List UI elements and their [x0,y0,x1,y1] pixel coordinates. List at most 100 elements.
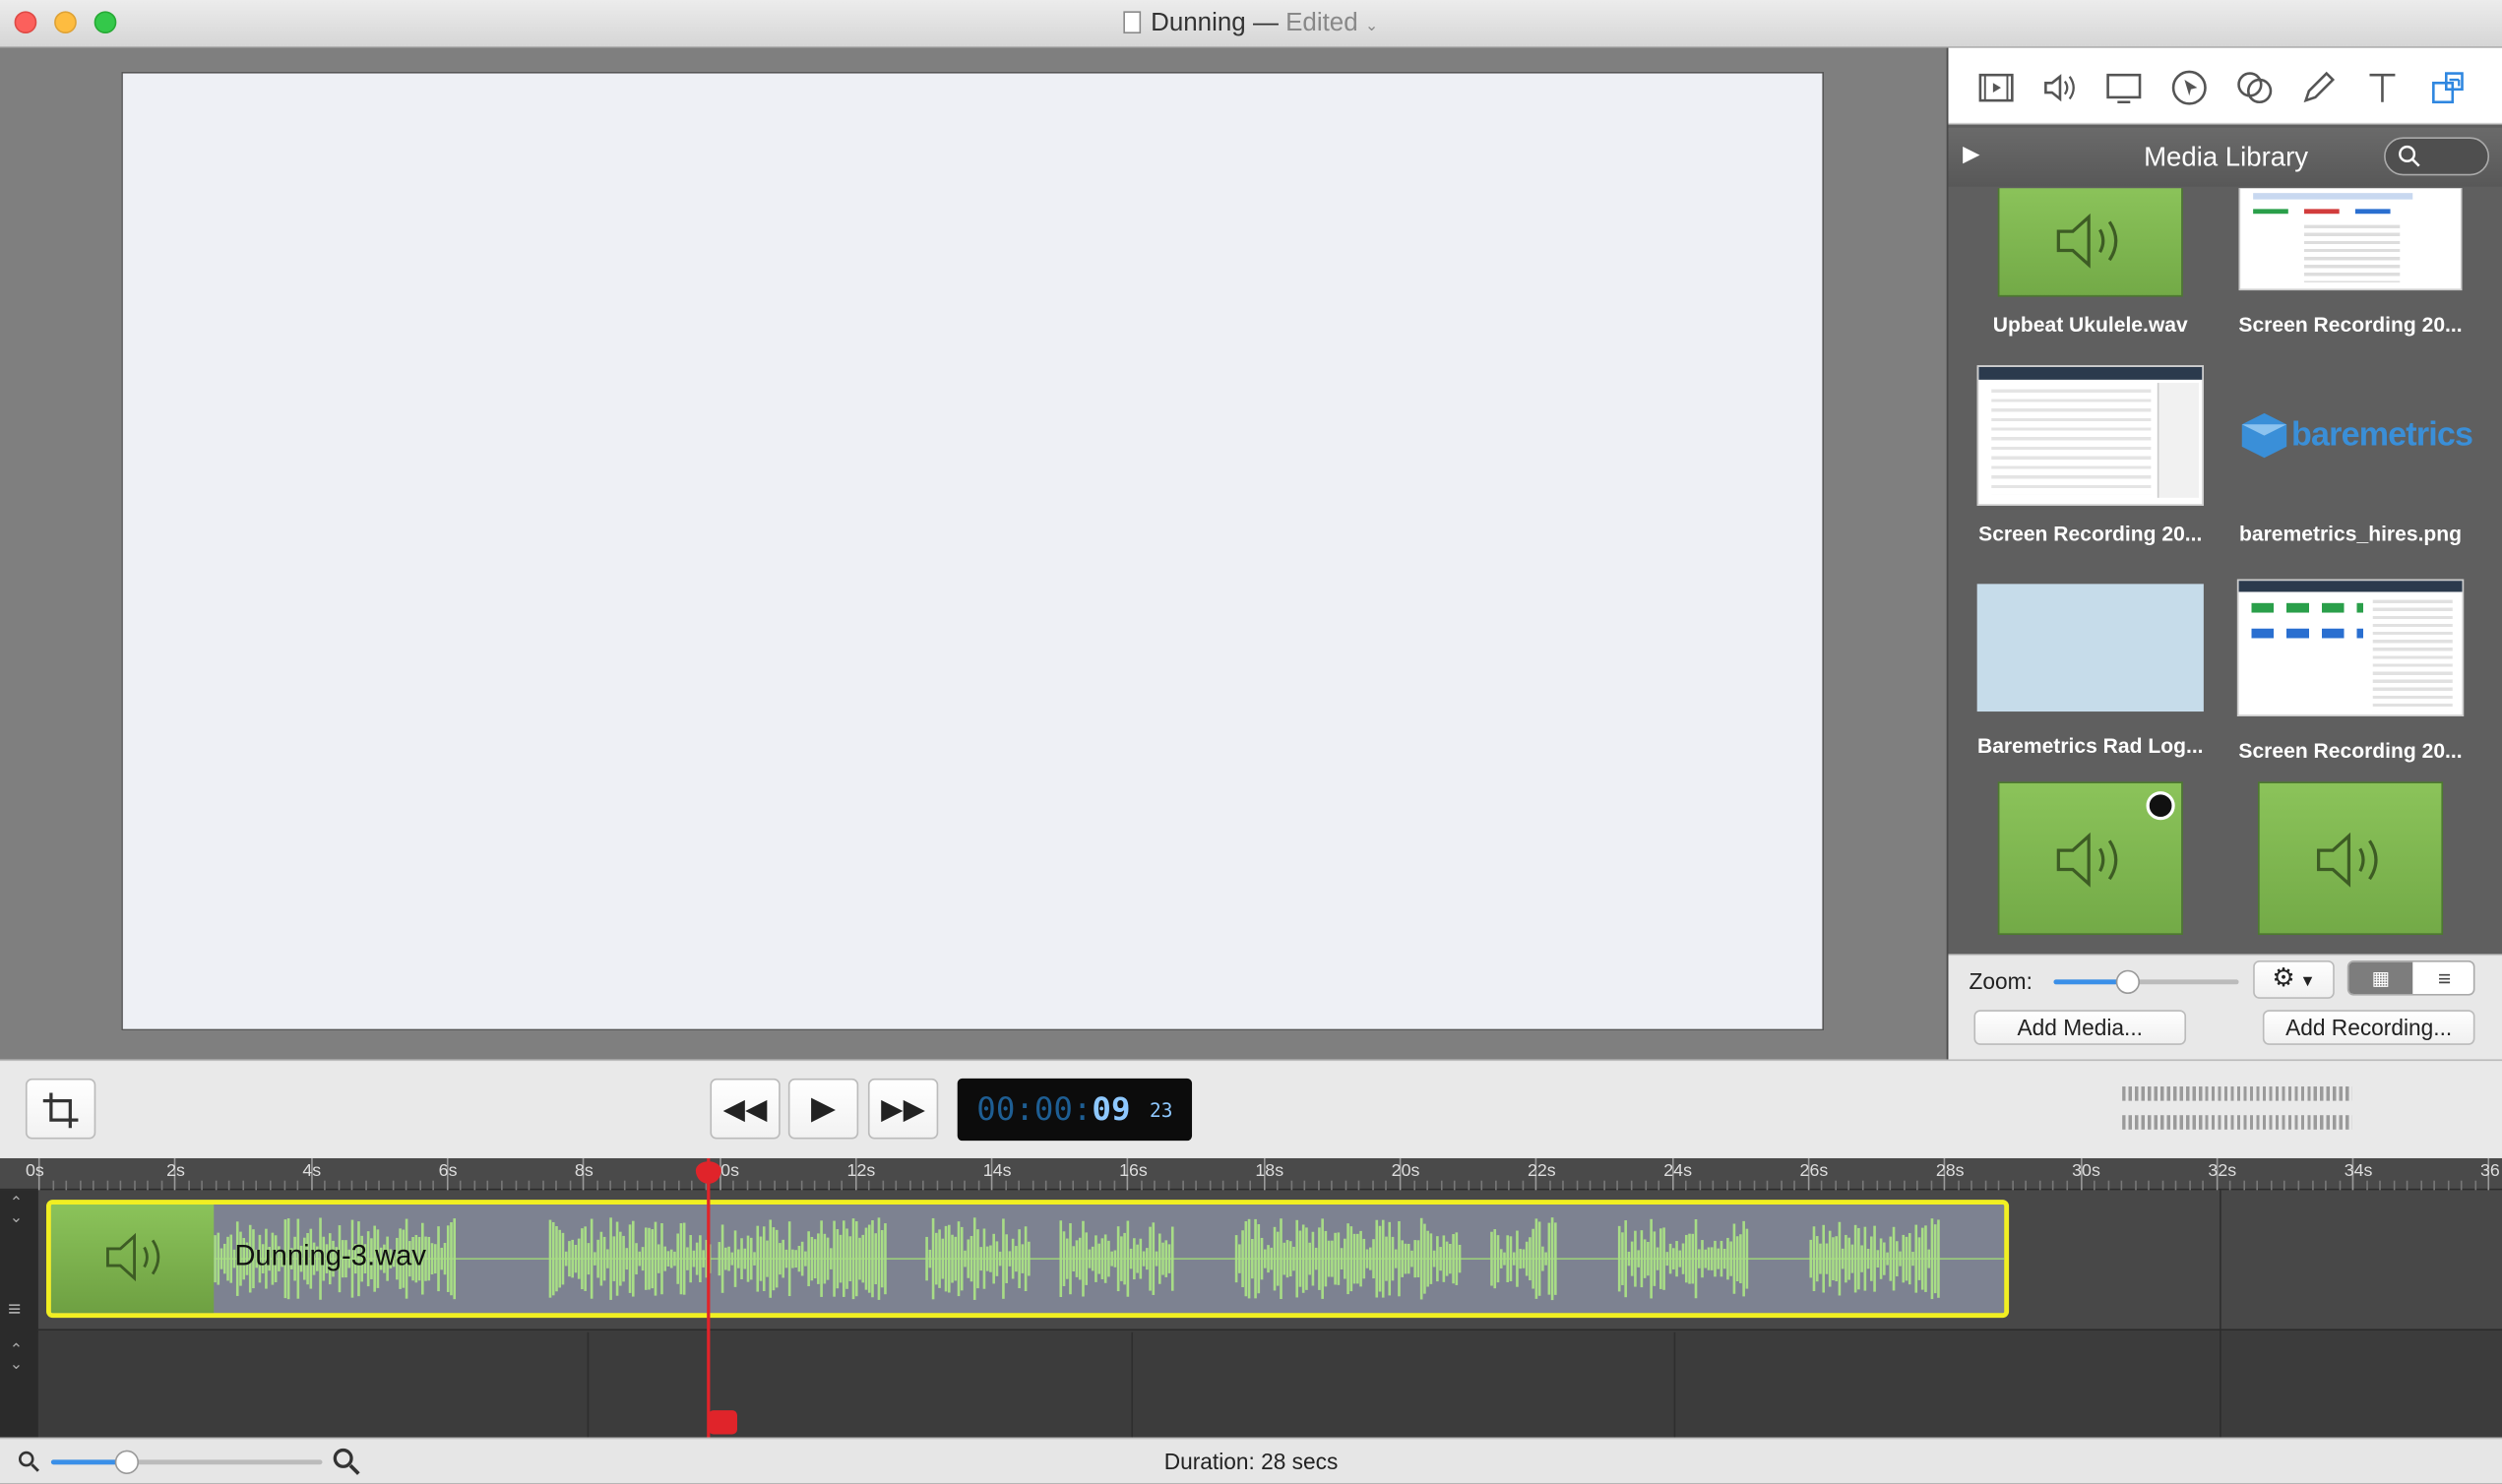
title-separator: — [1252,9,1279,37]
ruler-minor-tick [501,1180,503,1191]
media-item[interactable]: Screen Recording 20... [1970,365,2210,545]
ruler-minor-tick [133,1180,136,1191]
fast-forward-button[interactable]: ▶▶ [867,1078,939,1140]
playhead-bottom-handle[interactable] [708,1410,737,1435]
inspector-panel: ▶ Media Library Upbeat Ukulele.wav Scree… [1946,47,2502,1060]
track-resize-icon[interactable]: ⌃ ⌄ [10,1342,24,1373]
audio-icon[interactable] [2039,67,2081,108]
ruler-minor-tick [623,1180,626,1191]
ruler-minor-tick [460,1180,463,1191]
ruler-minor-tick [1699,1180,1701,1191]
ruler-minor-tick [1821,1180,1824,1191]
search-icon [2399,145,2420,167]
ruler-minor-tick [1998,1180,2000,1191]
ruler-tick-label: 4s [302,1161,322,1181]
playback-controls: ◀◀ ▶ ▶▶ 00:00:09 23 [0,1059,2502,1158]
media-item[interactable]: Upbeat Ukulele.wav [1970,188,2210,337]
media-item-label: Screen Recording 20... [2238,738,2463,763]
ruler-minor-tick [936,1180,939,1191]
audio-thumbnail [1997,188,2183,297]
ruler-minor-tick [1059,1180,1061,1191]
ruler-minor-tick [896,1180,898,1191]
media-item[interactable]: Screen Recording 20... [2230,579,2470,763]
zoom-slider-knob[interactable] [2116,969,2141,995]
ruler-minor-tick [2148,1180,2150,1191]
screen-icon[interactable] [2103,67,2145,108]
list-view-button[interactable]: ≡ [2412,962,2473,994]
ruler-minor-tick [1753,1180,1755,1191]
annotations-icon[interactable] [2234,67,2276,108]
ruler-minor-tick [1861,1180,1864,1191]
time-ruler[interactable]: 0s 2s 4s 6s 8s 10s 12s 14s 16s 18s 20s 22s 24s 26s 28s… [0,1157,2502,1191]
ruler-minor-tick [2120,1180,2123,1191]
add-recording-button[interactable]: Add Recording... [2262,1010,2475,1045]
media-item[interactable] [1970,781,2210,936]
grid-view-button[interactable]: ▦ [2348,961,2413,995]
chevron-down-icon: ▼ [2299,972,2316,991]
ruler-minor-tick [2393,1180,2395,1191]
settings-menu-button[interactable]: ⚙ ▼ [2253,959,2335,999]
ruler-minor-tick [1113,1180,1115,1191]
ruler-minor-tick [2106,1180,2109,1191]
media-item[interactable]: Screen Recording 20... [2230,188,2470,337]
window-title[interactable]: Dunning — Edited ⌄ [0,10,2502,38]
ruler-tick-label: 28s [1935,1161,1965,1181]
ruler-minor-tick [555,1180,558,1191]
rewind-button[interactable]: ◀◀ [710,1078,781,1140]
ruler-minor-tick [269,1180,272,1191]
media-item[interactable]: baremetrics baremetrics_hires.png [2230,365,2473,545]
ruler-minor-tick [406,1180,407,1191]
cursor-icon[interactable] [2168,67,2210,108]
library-search-input[interactable] [2384,137,2490,176]
media-item[interactable]: Baremetrics Rad Log... [1970,584,2210,758]
ruler-minor-tick [1739,1180,1742,1191]
ruler-minor-tick [2256,1180,2259,1191]
track-menu-icon[interactable]: ≡ [8,1295,21,1321]
ruler-minor-tick [514,1180,517,1191]
media-library-icon[interactable] [2427,67,2469,108]
audio-clip[interactable]: Dunning-3.wav [46,1200,2010,1319]
video-icon[interactable] [1975,67,2017,108]
track-resize-icon[interactable]: ⌃ ⌄ [10,1196,24,1226]
ruler-tick-label: 12s [846,1161,876,1181]
playhead[interactable] [695,1157,737,1438]
ruler-minor-tick [1086,1180,1089,1191]
text-icon[interactable] [2361,67,2403,108]
ruler-minor-tick [1195,1180,1197,1191]
ruler-minor-tick [201,1180,204,1191]
preview-canvas[interactable] [121,71,1825,1031]
ruler-minor-tick [106,1180,108,1191]
zoom-slider-track[interactable] [2053,969,2239,995]
ruler-minor-tick [1018,1180,1021,1191]
speaker-icon [106,1232,160,1282]
ruler-minor-tick [1658,1180,1660,1191]
ruler-tick-label: 34s [2344,1161,2373,1181]
add-media-button[interactable]: Add Media... [1973,1010,2187,1045]
ruler-minor-tick [1685,1180,1687,1191]
ruler-minor-tick [868,1180,871,1191]
ruler-tick-label: 32s [2208,1161,2237,1181]
ruler-tick-label: 24s [1663,1161,1693,1181]
ruler-minor-tick [160,1180,162,1191]
ruler-minor-tick [2447,1180,2450,1191]
ruler-minor-tick [147,1180,150,1191]
ruler-minor-tick [1725,1180,1728,1191]
ruler-minor-tick [882,1180,884,1191]
ruler-tick-label: 22s [1527,1161,1556,1181]
media-library-grid: Upbeat Ukulele.wav Screen Recording 20..… [1948,188,2502,1002]
ruler-minor-tick [432,1180,435,1191]
pen-icon[interactable] [2298,67,2340,108]
play-icon: ▶ [811,1090,837,1127]
ruler-minor-tick [324,1180,326,1191]
ruler-minor-tick [1072,1180,1075,1191]
ruler-minor-tick [2419,1180,2422,1191]
ruler-minor-tick [1712,1180,1715,1191]
ruler-minor-tick [1480,1180,1483,1191]
media-item[interactable] [2230,781,2470,936]
ruler-minor-tick [2202,1180,2205,1191]
play-button[interactable]: ▶ [787,1078,859,1140]
crop-icon [42,1092,79,1129]
ruler-minor-tick [1222,1180,1224,1191]
ruler-tick-label: 36 [2479,1161,2500,1181]
crop-button[interactable] [25,1078,96,1140]
